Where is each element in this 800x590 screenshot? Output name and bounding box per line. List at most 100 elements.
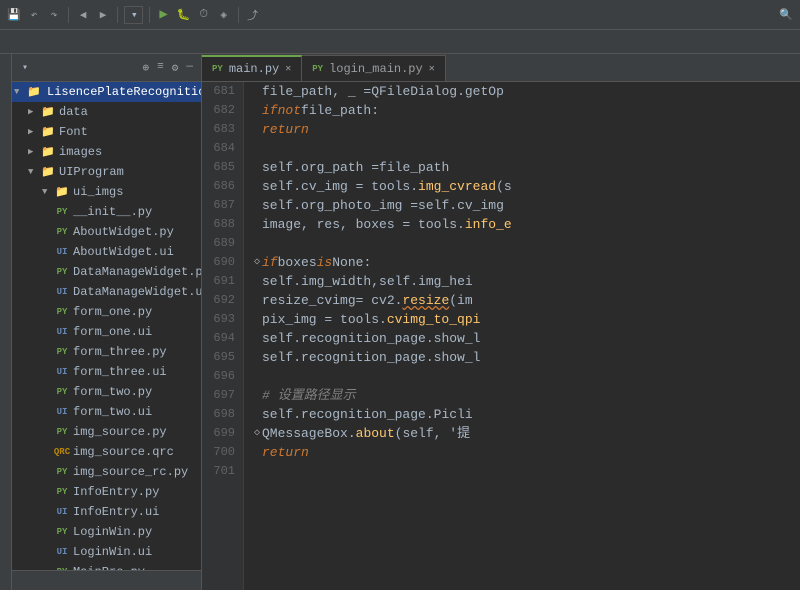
- line-number: 684: [202, 139, 235, 158]
- tree-item-form_three_py[interactable]: PYform_three.py: [12, 342, 201, 362]
- ui-file-icon: UI: [54, 285, 70, 299]
- tree-item-infoentry_py[interactable]: PYInfoEntry.py: [12, 482, 201, 502]
- code-token: # 设置路径显示: [262, 386, 356, 405]
- tree-item-font[interactable]: ▶📁Font: [12, 122, 201, 142]
- line-number: 697: [202, 386, 235, 405]
- tree-item-loginwin_py[interactable]: PYLoginWin.py: [12, 522, 201, 542]
- code-line-696: [254, 367, 800, 386]
- code-token: self: [262, 348, 293, 367]
- tree-item-form_two_py[interactable]: PYform_two.py: [12, 382, 201, 402]
- code-lines[interactable]: file_path, _ = QFileDialog.getOp if not …: [244, 82, 800, 590]
- code-token: .cv_img = tools.: [293, 177, 418, 196]
- line-number: 687: [202, 196, 235, 215]
- tree-item-label: form_two.py: [73, 385, 152, 399]
- code-token: None: [332, 253, 363, 272]
- code-token: not: [278, 101, 301, 120]
- line-number: 695: [202, 348, 235, 367]
- python-file-icon: PY: [54, 205, 70, 219]
- tree-item-uiprogram[interactable]: ▼📁UIProgram: [12, 162, 201, 182]
- panel-header-icons: ⊕ ≡ ⚙ —: [141, 59, 195, 77]
- code-token: image: [262, 215, 301, 234]
- tree-item-data[interactable]: ▶📁data: [12, 102, 201, 122]
- project-panel-title: ▾: [18, 62, 28, 74]
- code-token: (im: [449, 291, 472, 310]
- code-line-695: self.recognition_page.show_l: [254, 348, 800, 367]
- tree-item-form_one_py[interactable]: PYform_one.py: [12, 302, 201, 322]
- profile-icon[interactable]: ⏱: [196, 7, 212, 23]
- line-number: 690: [202, 253, 235, 272]
- sdk-dropdown[interactable]: ▾: [124, 6, 143, 24]
- tree-item-infoentry_ui[interactable]: UIInfoEntry.ui: [12, 502, 201, 522]
- line-number: 696: [202, 367, 235, 386]
- code-token: .get: [457, 82, 488, 101]
- python-file-icon: PY: [54, 305, 70, 319]
- code-line-694: self.recognition_page.show_l: [254, 329, 800, 348]
- line-number: 701: [202, 462, 235, 481]
- tree-item-ui_imgs[interactable]: ▼📁ui_imgs: [12, 182, 201, 202]
- tree-item-label: form_three.py: [73, 345, 167, 359]
- code-token: :: [371, 101, 379, 120]
- tree-item-img_source_rc_py[interactable]: PYimg_source_rc.py: [12, 462, 201, 482]
- tree-item-label: DataManageWidget.py: [73, 265, 201, 279]
- tree-item-aboutwidget_py[interactable]: PYAboutWidget.py: [12, 222, 201, 242]
- file-tree: ▼📁LisencePlateRecognition▶📁data▶📁Font▶📁i…: [12, 82, 201, 570]
- tree-item-form_two_ui[interactable]: UIform_two.ui: [12, 402, 201, 422]
- ui-file-icon: UI: [54, 545, 70, 559]
- tree-item-lisenceplaterecognition[interactable]: ▼📁LisencePlateRecognition: [12, 82, 201, 102]
- code-token: .org_path =: [293, 158, 379, 177]
- tab-close-icon[interactable]: ✕: [429, 63, 435, 75]
- toolbar-sep-4: [238, 7, 239, 23]
- tree-item-mainpro_py[interactable]: PYMainPro.py: [12, 562, 201, 570]
- line-number: 682: [202, 101, 235, 120]
- tree-item-aboutwidget_ui[interactable]: UIAboutWidget.ui: [12, 242, 201, 262]
- tree-item-label: AboutWidget.py: [73, 225, 174, 239]
- tree-item-img_source_py[interactable]: PYimg_source.py: [12, 422, 201, 442]
- main-layout: ▾ ⊕ ≡ ⚙ — ▼📁LisencePlateRecognition▶📁dat…: [0, 54, 800, 590]
- folder-icon: 📁: [40, 125, 56, 139]
- line-number: 685: [202, 158, 235, 177]
- tree-item-datamanagewidget_ui[interactable]: UIDataManageWidget.ui: [12, 282, 201, 302]
- tab-close-icon[interactable]: ✕: [285, 63, 291, 75]
- tree-item-label: img_source.qrc: [73, 445, 174, 459]
- vcs-icon[interactable]: ⤴: [245, 7, 261, 23]
- line-number: 681: [202, 82, 235, 101]
- line-number: 691: [202, 272, 235, 291]
- save-icon[interactable]: 💾: [6, 7, 22, 23]
- tree-item-loginwin_ui[interactable]: UILoginWin.ui: [12, 542, 201, 562]
- tree-item-__init___py[interactable]: PY__init__.py: [12, 202, 201, 222]
- panel-settings-icon[interactable]: ⚙: [170, 59, 181, 77]
- structure-bottom-label[interactable]: [12, 570, 201, 590]
- tab-main_py[interactable]: PYmain.py✕: [202, 55, 302, 81]
- tree-arrow-icon: ▼: [14, 87, 26, 97]
- code-line-686: self.cv_img = tools.img_cvread(s: [254, 177, 800, 196]
- tree-item-form_three_ui[interactable]: UIform_three.ui: [12, 362, 201, 382]
- bug-icon[interactable]: 🐛: [176, 7, 192, 23]
- tree-item-label: InfoEntry.py: [73, 485, 159, 499]
- coverage-icon[interactable]: ◈: [216, 7, 232, 23]
- line-number: 698: [202, 405, 235, 424]
- tab-file-icon: PY: [212, 64, 223, 74]
- code-line-689: [254, 234, 800, 253]
- tree-item-form_one_ui[interactable]: UIform_one.ui: [12, 322, 201, 342]
- run-icon[interactable]: ▶: [156, 7, 172, 23]
- code-line-691: self.img_width, self.img_hei: [254, 272, 800, 291]
- code-token: .cv_img: [449, 196, 504, 215]
- qrc-file-icon: QRC: [54, 445, 70, 459]
- tree-item-label: DataManageWidget.ui: [73, 285, 201, 299]
- tree-item-images[interactable]: ▶📁images: [12, 142, 201, 162]
- forward-icon[interactable]: ▶: [95, 7, 111, 23]
- panel-menu-icon[interactable]: ≡: [155, 59, 166, 77]
- python-file-icon: PY: [54, 485, 70, 499]
- code-token: .: [348, 424, 356, 443]
- tab-login_main_py[interactable]: PYlogin_main.py✕: [302, 55, 445, 81]
- redo-icon[interactable]: ↷: [46, 7, 62, 23]
- tree-item-datamanagewidget_py[interactable]: PYDataManageWidget.py: [12, 262, 201, 282]
- project-side-panel-label[interactable]: [0, 54, 12, 590]
- code-token: = cv2.: [356, 291, 403, 310]
- panel-collapse-icon[interactable]: —: [184, 59, 195, 77]
- undo-icon[interactable]: ↶: [26, 7, 42, 23]
- search-toolbar-icon[interactable]: 🔍: [778, 7, 794, 23]
- panel-add-icon[interactable]: ⊕: [141, 59, 152, 77]
- back-icon[interactable]: ◀: [75, 7, 91, 23]
- tree-item-img_source_qrc[interactable]: QRCimg_source.qrc: [12, 442, 201, 462]
